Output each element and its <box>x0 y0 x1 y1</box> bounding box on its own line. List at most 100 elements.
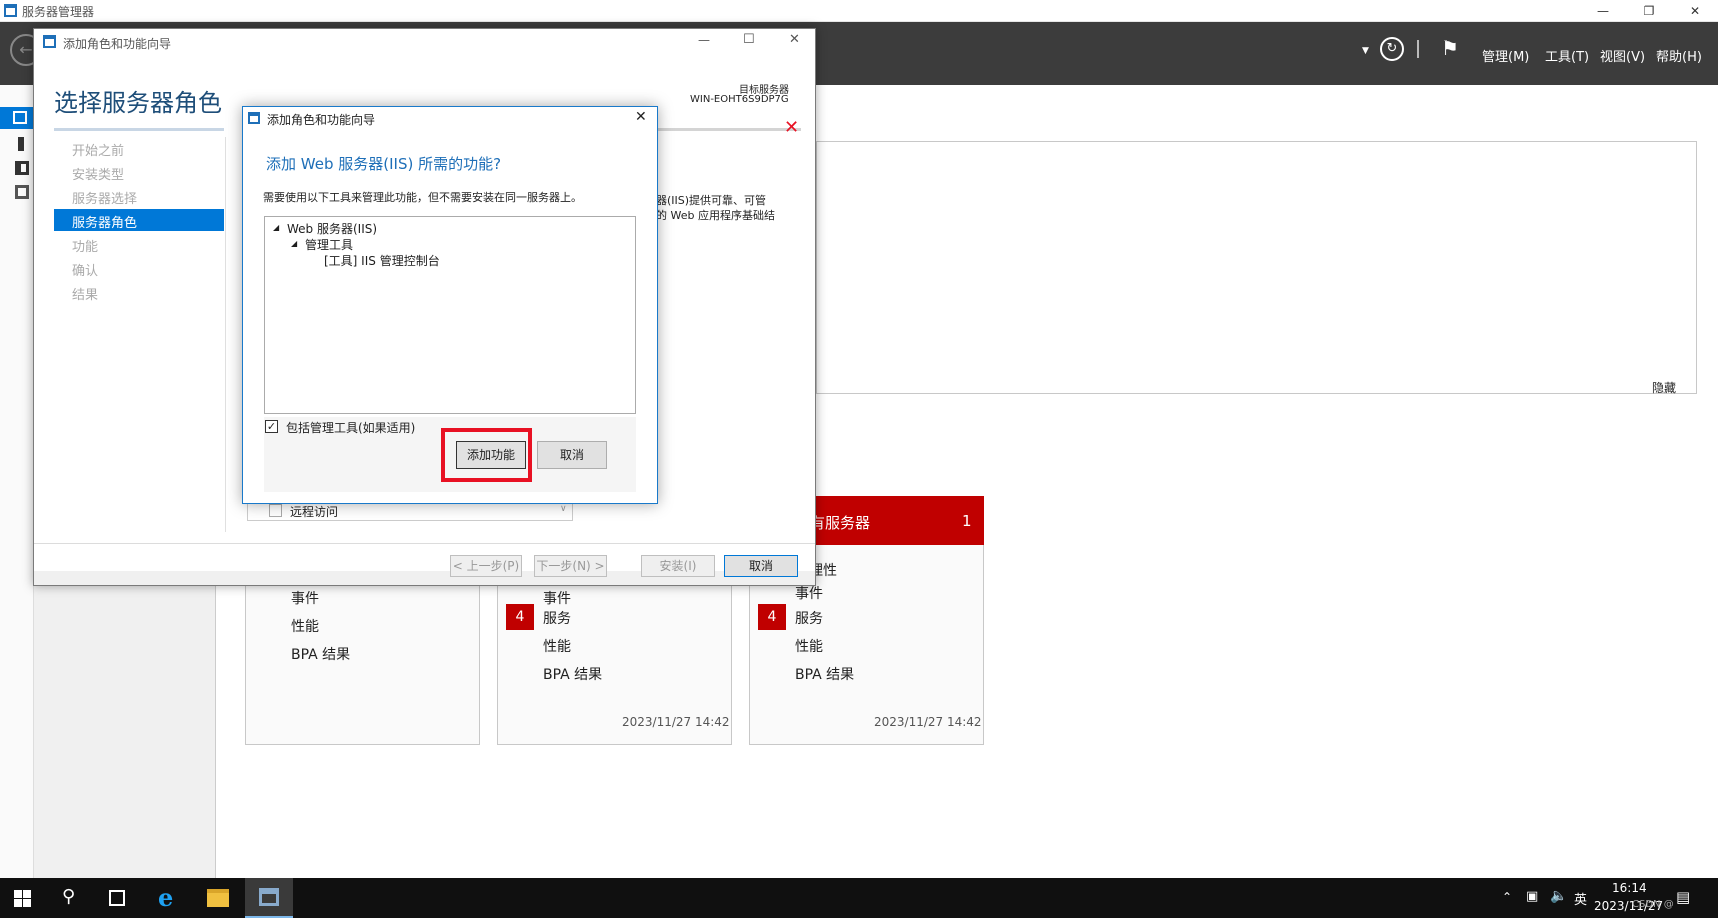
wizard-nav-server-roles-label: 服务器角色 <box>72 216 138 231</box>
tile-timestamp: 2023/11/27 14:42 <box>622 715 730 729</box>
server-tile-1: 事件 性能 BPA 结果 <box>245 585 480 745</box>
all-servers-nav-icon[interactable] <box>15 161 29 175</box>
wizard-title-bar: 添加角色和功能向导 — ☐ ✕ <box>34 29 815 57</box>
tile-row-events[interactable]: 事件 <box>543 588 571 608</box>
flag-icon[interactable]: ⚑ <box>1441 36 1459 60</box>
services-alert-badge: 4 <box>506 604 534 630</box>
tile-row-services[interactable]: 服务 <box>795 608 823 628</box>
ime-indicator[interactable]: 英 <box>1574 889 1587 908</box>
add-features-dialog: 添加角色和功能向导 ✕ 添加 Web 服务器(IIS) 所需的功能? 需要使用以… <box>242 106 658 504</box>
taskbar: ⚲ e ⌃ ▣ 🔈 英 16:14 2023/11/27 CSDN @ ▤ <box>0 878 1718 918</box>
server-manager-taskbar-button[interactable] <box>245 878 293 918</box>
wizard-heading-underline <box>54 128 224 131</box>
tile-header-count: 1 <box>962 512 972 530</box>
wizard-app-icon <box>43 35 56 48</box>
notification-icon[interactable]: ▤ <box>1676 888 1690 906</box>
task-view-icon[interactable] <box>109 890 125 906</box>
tile-row-performance[interactable]: 性能 <box>543 636 571 656</box>
wizard-maximize-button[interactable]: ☐ <box>743 32 755 47</box>
dialog-heading: 添加 Web 服务器(IIS) 所需的功能? <box>266 155 502 173</box>
csdn-watermark: CSDN @ <box>1632 899 1674 910</box>
role-description-line2: 的 Web 应用程序基础结 <box>656 209 775 222</box>
tile-row-services[interactable]: 服务 <box>543 608 571 628</box>
wizard-nav-server-selection[interactable]: 服务器选择 <box>72 188 137 207</box>
wizard-nav-divider <box>225 137 226 532</box>
left-navigation <box>0 85 34 878</box>
install-button[interactable]: 安装(I) <box>641 555 715 577</box>
wizard-nav-installation-type[interactable]: 安装类型 <box>72 164 124 183</box>
server-manager-taskbar-icon <box>259 888 279 906</box>
server-manager-icon <box>4 4 17 17</box>
menu-help[interactable]: 帮助(H) <box>1656 46 1702 65</box>
close-button[interactable]: ✕ <box>1672 0 1718 22</box>
wizard-page-heading: 选择服务器角色 <box>54 89 222 117</box>
tile-row-bpa[interactable]: BPA 结果 <box>291 644 350 664</box>
required-features-tree: ◢ Web 服务器(IIS) ◢ 管理工具 [工具] IIS 管理控制台 <box>264 216 636 414</box>
wizard-title: 添加角色和功能向导 <box>63 37 172 51</box>
server-tile-2: 事件 4 服务 性能 BPA 结果 2023/11/27 14:42 <box>497 585 732 745</box>
minimize-button[interactable]: — <box>1580 0 1626 22</box>
refresh-icon[interactable]: ↻ <box>1380 37 1404 61</box>
tile-row-bpa[interactable]: BPA 结果 <box>543 664 602 684</box>
dialog-description: 需要使用以下工具来管理此功能，但不需要安装在同一服务器上。 <box>263 191 582 204</box>
wizard-alert-icon: ✕ <box>784 117 800 138</box>
clock-time[interactable]: 16:14 <box>1612 881 1647 895</box>
tree-item-web-server: Web 服务器(IIS) <box>287 222 378 236</box>
file-services-nav-icon[interactable] <box>15 185 29 199</box>
wizard-nav-server-roles[interactable]: 服务器角色 <box>54 209 224 231</box>
dialog-close-button[interactable]: ✕ <box>635 109 647 125</box>
wizard-nav-results[interactable]: 结果 <box>72 284 98 303</box>
add-features-button[interactable]: 添加功能 <box>456 441 526 469</box>
dropdown-arrow-icon[interactable]: ▼ <box>1362 46 1369 56</box>
next-button[interactable]: 下一步(N) > <box>534 555 607 577</box>
hide-link[interactable]: 隐藏 <box>1652 379 1676 396</box>
welcome-panel: 隐藏 <box>816 141 1697 396</box>
volume-icon[interactable]: 🔈 <box>1550 888 1567 904</box>
wizard-nav-features[interactable]: 功能 <box>72 236 98 255</box>
wizard-minimize-button[interactable]: — <box>698 33 710 47</box>
menu-manage[interactable]: 管理(M) <box>1482 46 1529 65</box>
separator <box>1417 40 1419 58</box>
main-title-bar: 服务器管理器 — ❐ ✕ <box>0 0 1718 22</box>
target-server-value: WIN-EOHT6S9DP7G <box>690 94 789 105</box>
tile-row-events[interactable]: 事件 <box>291 588 319 608</box>
wizard-close-button[interactable]: ✕ <box>789 32 800 47</box>
network-icon[interactable]: ▣ <box>1526 889 1538 904</box>
tree-item-management-tools: 管理工具 <box>305 238 354 252</box>
include-tools-checkbox[interactable]: ✓ <box>265 420 278 433</box>
remote-access-checkbox[interactable] <box>269 504 282 517</box>
menu-tools[interactable]: 工具(T) <box>1545 46 1589 65</box>
previous-button[interactable]: < 上一步(P) <box>450 555 522 577</box>
tree-item-iis-console: [工具] IIS 管理控制台 <box>324 254 440 268</box>
tile-row-performance[interactable]: 性能 <box>795 636 823 656</box>
remote-access-label[interactable]: 远程访问 <box>290 503 338 520</box>
show-hidden-icons[interactable]: ⌃ <box>1502 890 1512 904</box>
dashboard-nav-icon[interactable] <box>0 107 34 129</box>
tile-row-performance[interactable]: 性能 <box>291 616 319 636</box>
tree-expand-icon[interactable]: ◢ <box>291 239 297 248</box>
menu-view[interactable]: 视图(V) <box>1600 46 1645 65</box>
search-icon[interactable]: ⚲ <box>62 886 75 907</box>
wizard-footer-divider <box>34 543 815 544</box>
services-alert-badge: 4 <box>758 604 786 630</box>
role-description-line1: 器(IIS)提供可靠、可管 <box>656 194 767 207</box>
tile-timestamp: 2023/11/27 14:42 <box>874 715 982 729</box>
ie-icon[interactable]: e <box>158 883 173 912</box>
tile-row-events[interactable]: 事件 <box>795 583 823 603</box>
tree-expand-icon[interactable]: ◢ <box>273 223 279 232</box>
local-server-nav-icon[interactable] <box>18 137 24 151</box>
scroll-down-icon[interactable]: ∨ <box>560 504 567 514</box>
file-explorer-icon[interactable] <box>207 889 229 907</box>
restore-button[interactable]: ❐ <box>1626 0 1672 22</box>
include-tools-label[interactable]: 包括管理工具(如果适用) <box>286 419 415 436</box>
wizard-nav-confirmation[interactable]: 确认 <box>72 260 98 279</box>
dialog-cancel-button[interactable]: 取消 <box>537 441 607 469</box>
main-window-title: 服务器管理器 <box>22 5 95 19</box>
tile-header-title: 有服务器 <box>810 514 871 532</box>
tile-row-bpa[interactable]: BPA 结果 <box>795 664 854 684</box>
start-icon[interactable] <box>14 890 31 907</box>
wizard-nav-before-you-begin[interactable]: 开始之前 <box>72 140 124 159</box>
dialog-title: 添加角色和功能向导 <box>267 113 376 127</box>
dialog-app-icon <box>248 112 260 124</box>
wizard-cancel-button[interactable]: 取消 <box>724 555 798 577</box>
